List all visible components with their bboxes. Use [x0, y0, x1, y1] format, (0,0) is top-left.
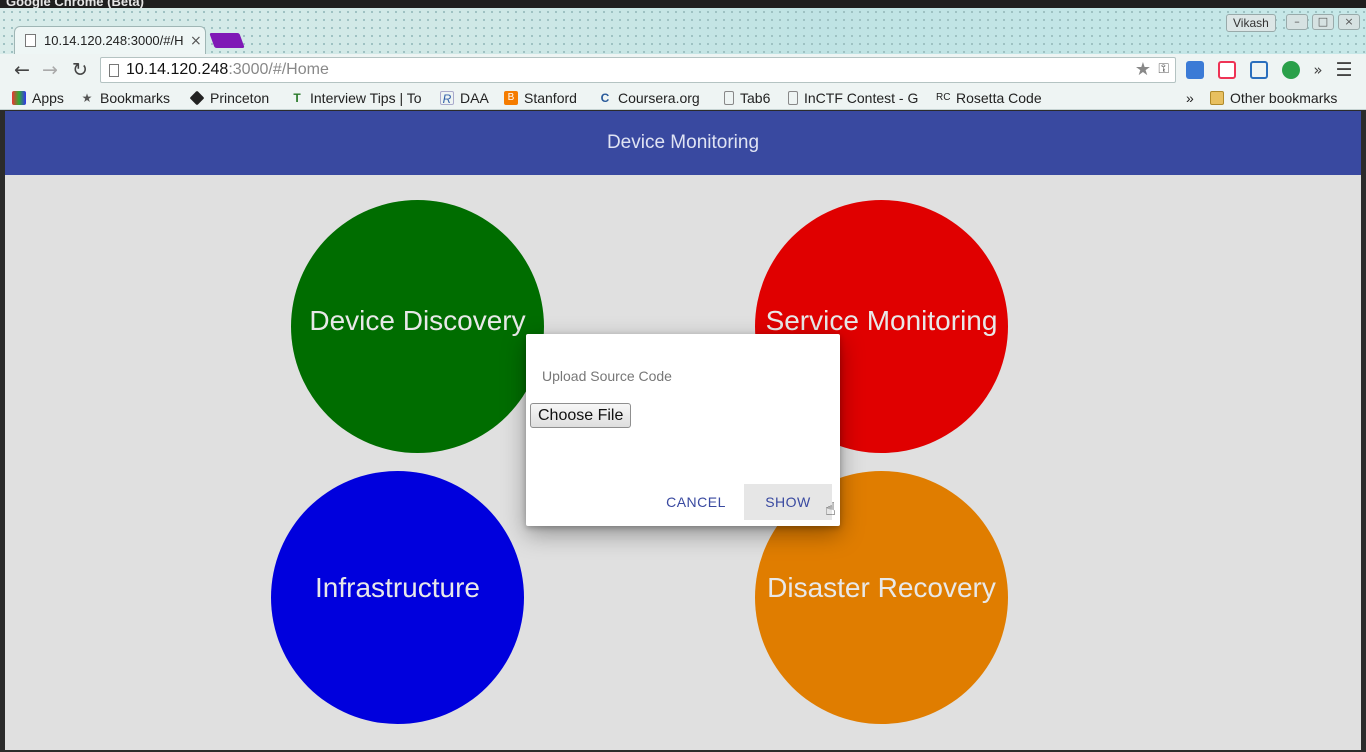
app-header: Device Monitoring	[5, 111, 1361, 175]
folder-icon	[1210, 91, 1224, 105]
calendar-extension-icon[interactable]	[1218, 61, 1236, 79]
rc-icon: RC	[936, 92, 951, 103]
address-bar[interactable]: 10.14.120.248:3000/#/Home ★ ⚿	[100, 57, 1176, 83]
bookmarks-overflow[interactable]: »	[1186, 88, 1194, 108]
browser-frame: 10.14.120.248:3000/#/Home × Vikash – □ ×…	[0, 8, 1366, 110]
dialog-title: Upload Source Code	[542, 368, 672, 384]
profile-button[interactable]: Vikash	[1226, 14, 1276, 32]
bookmark-coursera[interactable]: C Coursera.org	[598, 88, 700, 108]
extension-d-icon[interactable]	[1282, 61, 1300, 79]
page-icon	[724, 91, 734, 105]
bookmark-apps[interactable]: Apps	[12, 88, 64, 108]
bookmark-tab6[interactable]: Tab6	[724, 88, 770, 108]
tile-infrastructure[interactable]: Infrastructure	[271, 471, 524, 724]
tile-device-discovery[interactable]: Device Discovery	[291, 200, 544, 453]
upload-dialog: Upload Source Code Choose File CANCEL SH…	[526, 334, 840, 526]
tab-strip: 10.14.120.248:3000/#/Home × Vikash – □ ×	[0, 8, 1366, 54]
screenshot-extension-icon[interactable]	[1250, 61, 1268, 79]
apps-grid-icon	[12, 91, 26, 105]
bookmark-inctf[interactable]: InCTF Contest - G	[788, 88, 926, 108]
reload-icon[interactable]: ↻	[68, 58, 92, 82]
r-icon: R	[440, 91, 454, 106]
new-tab-button[interactable]	[209, 33, 245, 48]
tile-label: Service Monitoring	[765, 304, 998, 336]
menu-icon[interactable]: ☰	[1332, 58, 1356, 82]
tab-title: 10.14.120.248:3000/#/Home	[44, 33, 184, 48]
back-arrow-icon[interactable]: ←	[10, 58, 34, 82]
bookmarks-bar: Apps ★ Bookmarks Princeton T Interview Tip…	[0, 86, 1366, 110]
drive-extension-icon[interactable]	[1186, 61, 1204, 79]
bookmark-princeton[interactable]: Princeton	[189, 88, 269, 108]
page-content: Device Monitoring Device Discovery Servi…	[5, 111, 1361, 750]
show-button[interactable]: SHOW	[744, 484, 832, 520]
choose-file-button[interactable]: Choose File	[530, 403, 632, 428]
bookmark-star-icon[interactable]: ★	[1135, 59, 1151, 80]
forward-arrow-icon[interactable]: →	[38, 58, 62, 82]
close-icon[interactable]: ×	[190, 33, 202, 49]
window-controls: – □ ×	[1286, 14, 1360, 30]
minimize-icon[interactable]: –	[1286, 14, 1308, 30]
bookmark-interview-tips[interactable]: T Interview Tips | To	[290, 88, 430, 108]
princeton-icon	[189, 90, 205, 106]
key-icon[interactable]: ⚿	[1158, 61, 1169, 77]
t-icon: T	[293, 91, 301, 105]
bookmark-daa[interactable]: R DAA	[440, 88, 489, 108]
bookmark-bookmarks[interactable]: ★ Bookmarks	[80, 88, 170, 108]
coursera-icon: C	[600, 91, 610, 105]
blogger-icon: B	[504, 91, 518, 105]
hand-cursor-icon: ☝	[825, 499, 836, 520]
browser-toolbar: ← → ↻ 10.14.120.248:3000/#/Home ★ ⚿ » ☰	[0, 54, 1366, 86]
app-title: Device Monitoring	[606, 132, 760, 153]
browser-tab[interactable]: 10.14.120.248:3000/#/Home ×	[14, 26, 206, 54]
page-icon	[788, 91, 798, 105]
page-icon	[25, 34, 36, 47]
tile-label: Infrastructure	[315, 571, 480, 603]
url-text: 10.14.120.248:3000/#/Home	[126, 61, 329, 78]
star-icon: ★	[81, 91, 93, 105]
maximize-icon[interactable]: □	[1312, 14, 1334, 30]
tile-label: Device Discovery	[309, 304, 526, 336]
cancel-button[interactable]: CANCEL	[656, 484, 736, 520]
extensions-overflow-icon[interactable]: »	[1306, 58, 1330, 82]
close-window-icon[interactable]: ×	[1338, 14, 1360, 30]
tile-label: Disaster Recovery	[767, 571, 996, 603]
page-icon	[109, 64, 119, 77]
bookmark-rosetta[interactable]: RC Rosetta Code	[936, 88, 1042, 108]
bookmark-other[interactable]: Other bookmarks	[1210, 88, 1337, 108]
bookmark-stanford[interactable]: B Stanford	[504, 88, 577, 108]
os-top-bar: Google Chrome (Beta)	[0, 0, 1366, 9]
